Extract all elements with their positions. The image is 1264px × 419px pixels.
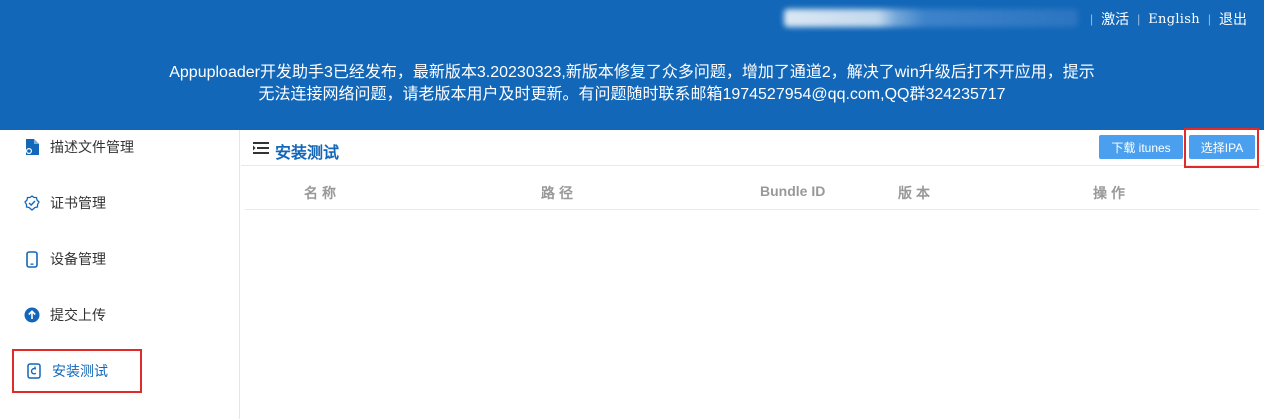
link-separator: | bbox=[1207, 12, 1212, 26]
column-header-path: 路径 bbox=[541, 185, 577, 201]
sidebar: 描述文件管理 证书管理 设备管理 提交上传 安装测试 bbox=[0, 130, 240, 419]
title-bar: 安装测试 下载 itunes 选择IPA bbox=[241, 128, 1264, 168]
logout-link[interactable]: 退出 bbox=[1219, 9, 1247, 29]
announcement-line-2: 无法连接网络问题，请老版本用户及时更新。有问题随时联系邮箱1974527954@… bbox=[258, 86, 1006, 103]
download-itunes-button[interactable]: 下载 itunes bbox=[1099, 135, 1183, 159]
file-icon bbox=[24, 139, 40, 155]
upload-icon bbox=[24, 307, 40, 323]
sidebar-item-devices[interactable]: 设备管理 bbox=[12, 237, 142, 281]
certificate-icon bbox=[24, 195, 40, 211]
user-account-blurred[interactable] bbox=[784, 9, 1078, 27]
sidebar-item-upload[interactable]: 提交上传 bbox=[12, 293, 142, 337]
column-header-bundle-id: Bundle ID bbox=[760, 183, 826, 199]
header: | 激活 | English | 退出 Appuploader开发助手3已经发布… bbox=[0, 0, 1264, 130]
sidebar-item-label: 描述文件管理 bbox=[50, 139, 134, 155]
column-header-version: 版本 bbox=[898, 185, 934, 201]
sidebar-item-profiles[interactable]: 描述文件管理 bbox=[12, 125, 142, 169]
column-header-actions: 操作 bbox=[1093, 185, 1129, 201]
link-separator: | bbox=[1137, 12, 1141, 26]
top-links: | 激活 | English | 退出 bbox=[1082, 9, 1247, 29]
select-ipa-button[interactable]: 选择IPA bbox=[1189, 135, 1255, 159]
sidebar-item-label: 证书管理 bbox=[50, 195, 106, 211]
main-panel: 安装测试 下载 itunes 选择IPA 名称 路径 Bundle ID 版本 … bbox=[241, 128, 1264, 419]
announcement-line-1: Appuploader开发助手3已经发布，最新版本3.20230323,新版本修… bbox=[169, 64, 1095, 81]
link-separator: | bbox=[1090, 12, 1094, 26]
announcement: Appuploader开发助手3已经发布，最新版本3.20230323,新版本修… bbox=[0, 62, 1264, 106]
language-link[interactable]: English bbox=[1148, 12, 1200, 27]
activate-link[interactable]: 激活 bbox=[1101, 9, 1129, 29]
sidebar-item-label: 设备管理 bbox=[50, 251, 106, 267]
sidebar-item-certificates[interactable]: 证书管理 bbox=[12, 181, 142, 225]
page-title: 安装测试 bbox=[275, 145, 340, 162]
sidebar-item-install-test[interactable]: 安装测试 bbox=[12, 349, 142, 393]
sidebar-item-label: 安装测试 bbox=[52, 363, 108, 379]
install-icon bbox=[26, 363, 42, 379]
sidebar-item-label: 提交上传 bbox=[50, 307, 106, 323]
phone-icon bbox=[24, 250, 40, 268]
menu-icon[interactable] bbox=[253, 141, 269, 160]
column-header-name: 名称 bbox=[304, 185, 340, 201]
table-header: 名称 路径 Bundle ID 版本 操作 bbox=[245, 172, 1259, 210]
